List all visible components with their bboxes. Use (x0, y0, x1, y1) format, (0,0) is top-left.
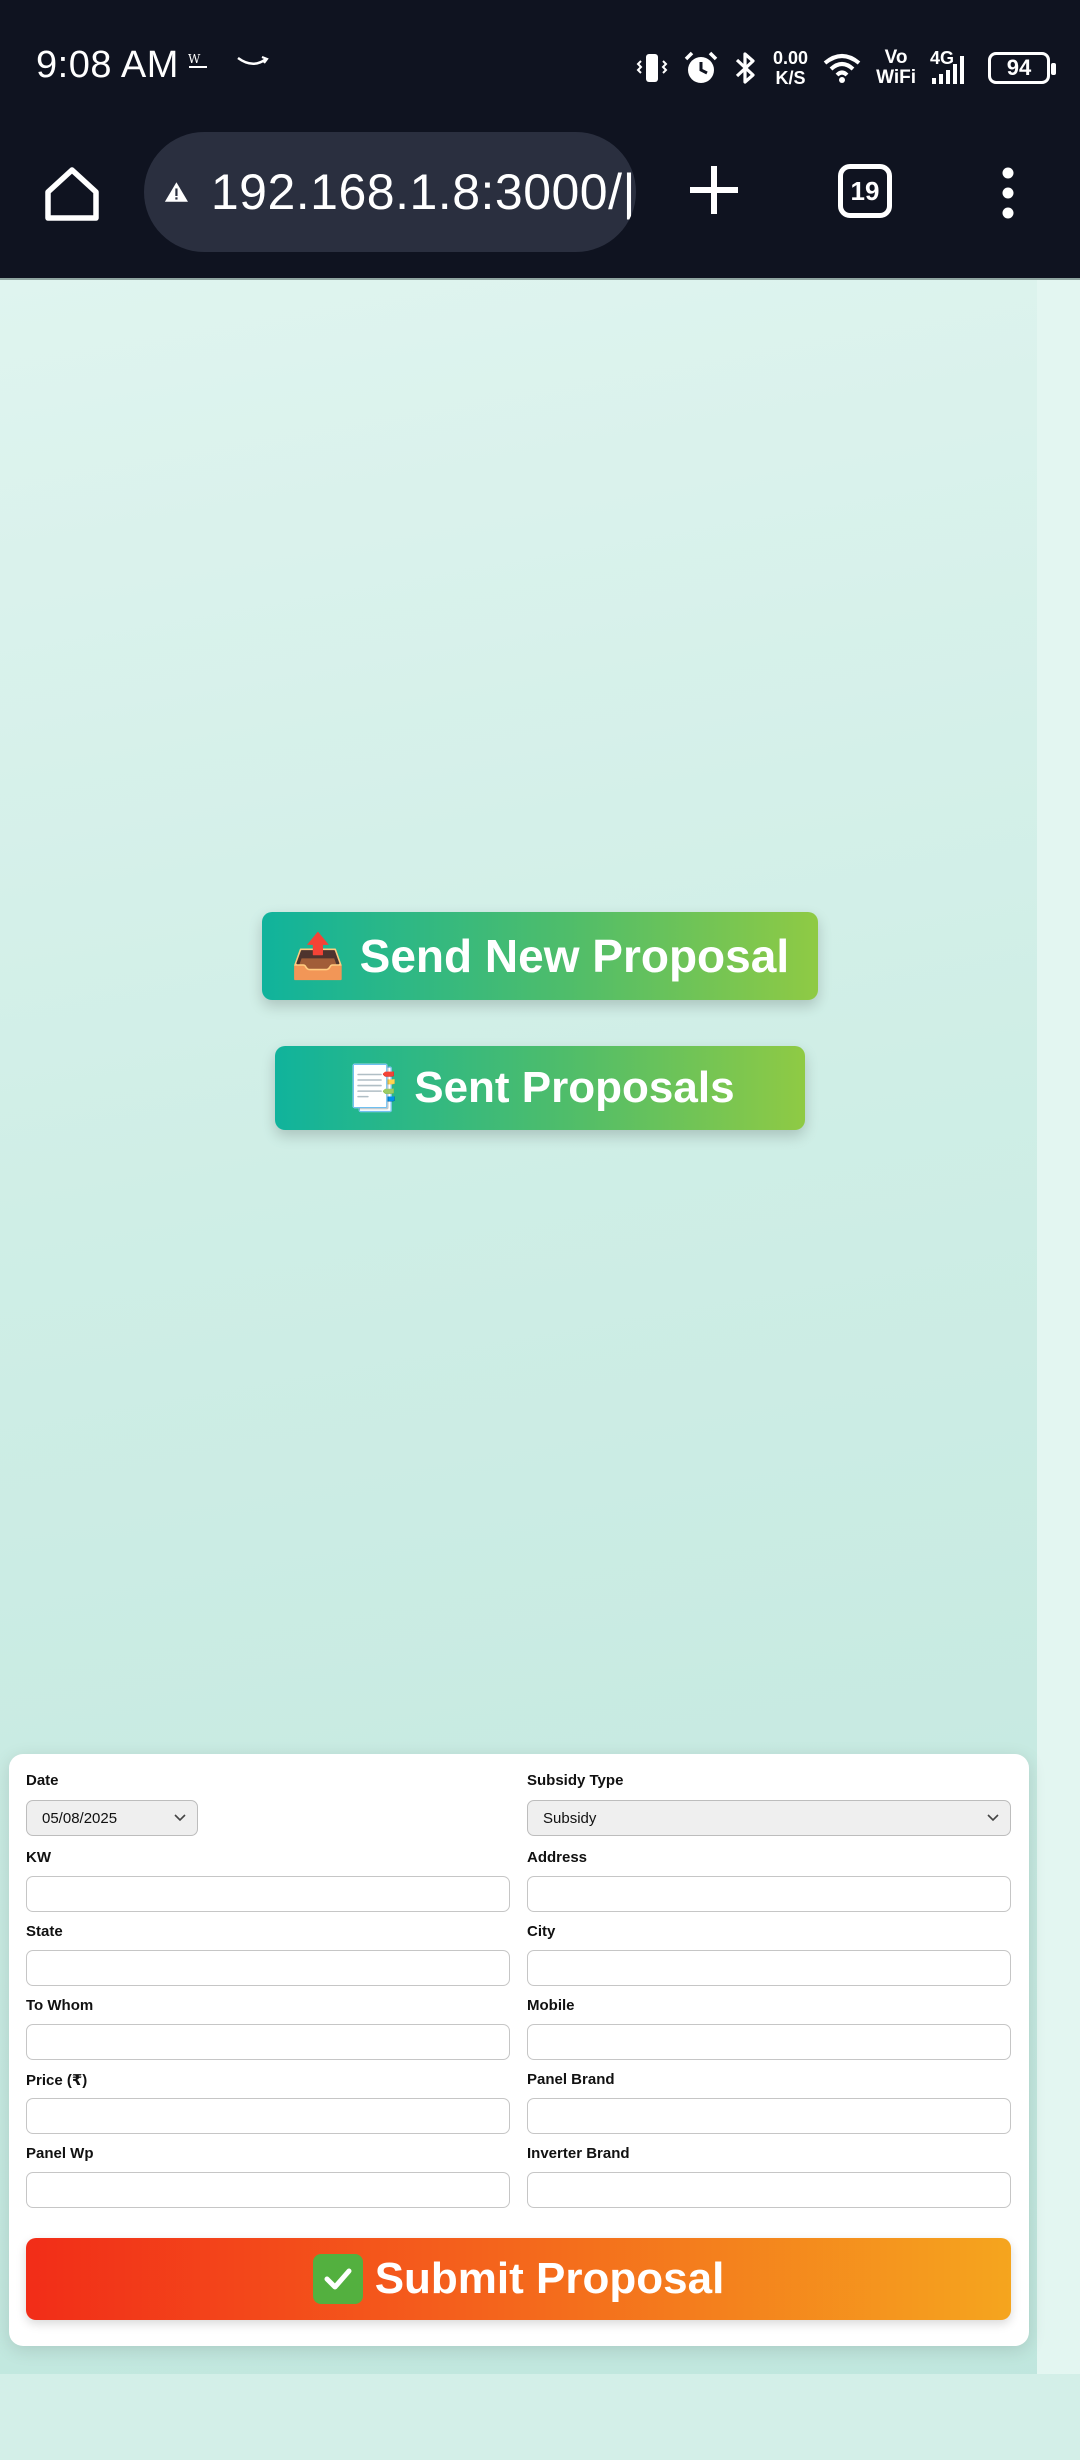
kw-label: KW (26, 1849, 51, 1866)
mobile-input[interactable] (527, 2024, 1011, 2060)
send-new-proposal-label: Send New Proposal (359, 930, 790, 982)
vowifi-indicator: Vo WiFi (876, 48, 916, 88)
subsidy-type-value: Subsidy (543, 1809, 597, 1827)
chevron-down-icon (174, 1814, 186, 1822)
net-speed-value: 0.00 (773, 48, 809, 68)
amazon-smile-icon (237, 55, 269, 65)
panel-wp-label: Panel Wp (26, 2145, 94, 2162)
price-input[interactable] (26, 2098, 510, 2134)
address-label: Address (527, 1849, 588, 1866)
date-value: 05/08/2025 (42, 1809, 118, 1827)
state-label: State (26, 1923, 63, 1940)
status-bar: 9:08 AM W 0.00 K/S Vo WiFi 4G 94 (0, 0, 1080, 132)
proposal-form: Date 05/08/2025 Subsidy Type Subsidy KW … (9, 1754, 1029, 2346)
sent-proposals-label: Sent Proposals (414, 1063, 735, 1112)
address-input[interactable] (527, 1876, 1011, 1912)
signal-icon (932, 56, 964, 84)
submit-proposal-button[interactable]: Submit Proposal (26, 2238, 1011, 2320)
menu-icon[interactable] (996, 166, 1020, 220)
battery-icon: 94 (988, 52, 1056, 84)
wifi-icon (823, 54, 861, 83)
sent-proposals-button[interactable]: 📑 Sent Proposals (275, 1046, 805, 1130)
alarm-icon (684, 51, 718, 83)
document-icon: 📑 (345, 1064, 401, 1113)
address-bar[interactable]: 192.168.1.8:3000/| (144, 132, 636, 252)
wifi-label: WiFi (876, 67, 916, 88)
status-time: 9:08 AM (36, 44, 179, 86)
outbox-icon: 📤 (290, 932, 346, 981)
to-whom-label: To Whom (26, 1997, 94, 2014)
panel-brand-input[interactable] (527, 2098, 1011, 2134)
tab-switcher-button[interactable]: 19 (838, 164, 892, 218)
net-speed-unit: K/S (775, 68, 806, 88)
check-mark-icon (312, 2254, 363, 2304)
signal-indicator: 4G (930, 48, 974, 88)
city-input[interactable] (527, 1950, 1011, 1986)
submit-proposal-label: Submit Proposal (374, 2254, 725, 2303)
chevron-down-icon (987, 1814, 999, 1822)
svg-text:W: W (188, 52, 201, 66)
inverter-brand-input[interactable] (527, 2172, 1011, 2208)
price-label: Price (₹) (26, 2072, 88, 2089)
battery-level: 94 (1006, 55, 1032, 80)
home-icon[interactable] (40, 162, 104, 226)
kw-input[interactable] (26, 1876, 510, 1912)
date-field[interactable]: 05/08/2025 (26, 1800, 198, 1836)
vibrate-icon (636, 54, 668, 82)
state-input[interactable] (26, 1950, 510, 1986)
warning-icon[interactable] (164, 167, 189, 217)
page-footer-area (0, 2374, 1080, 2460)
bluetooth-icon (735, 52, 755, 84)
subsidy-type-select[interactable]: Subsidy (527, 1800, 1011, 1836)
plus-icon[interactable] (686, 162, 742, 218)
system-status: 0.00 K/S Vo WiFi 4G 94 (635, 38, 1056, 98)
city-label: City (527, 1923, 556, 1940)
panel-brand-label: Panel Brand (527, 2071, 615, 2088)
page-content: 📤 Send New Proposal 📑 Sent Proposals Dat… (0, 278, 1080, 2460)
tab-count: 19 (850, 175, 880, 206)
inverter-brand-label: Inverter Brand (527, 2145, 630, 2162)
vo-label: Vo (884, 47, 908, 68)
notification-icons: W (186, 50, 270, 72)
wo-logo-icon: W (188, 52, 207, 68)
panel-wp-input[interactable] (26, 2172, 510, 2208)
page-edge (1037, 280, 1080, 2460)
send-new-proposal-button[interactable]: 📤 Send New Proposal (262, 912, 818, 1000)
browser-toolbar: 192.168.1.8:3000/| 19 (0, 132, 1080, 278)
date-label: Date (26, 1772, 59, 1789)
subsidy-type-label: Subsidy Type (527, 1772, 624, 1789)
to-whom-input[interactable] (26, 2024, 510, 2060)
net-speed: 0.00 K/S (773, 48, 808, 88)
url-text[interactable]: 192.168.1.8:3000/| (211, 163, 636, 221)
mobile-label: Mobile (527, 1997, 575, 2014)
